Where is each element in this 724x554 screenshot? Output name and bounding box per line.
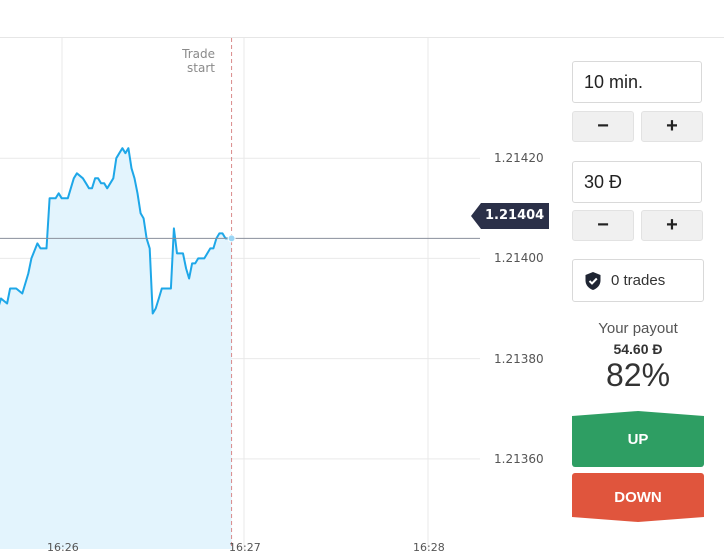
minus-icon: − bbox=[597, 115, 609, 137]
price-tag-arrow bbox=[471, 203, 481, 229]
y-tick-label: 1.21400 bbox=[494, 251, 544, 266]
down-button-label: DOWN bbox=[614, 489, 662, 506]
trade-start-line2: start bbox=[187, 61, 215, 75]
x-tick-label: 16:27 bbox=[229, 541, 261, 554]
top-bar bbox=[0, 0, 724, 38]
price-chart[interactable]: Trade start 1.21420 1.21400 1.21380 1.21360… bbox=[0, 38, 560, 554]
y-tick-label: 1.21360 bbox=[494, 451, 544, 466]
shield-icon bbox=[584, 271, 602, 291]
trade-start-line1: Trade bbox=[182, 47, 215, 61]
last-price-point bbox=[227, 234, 236, 243]
duration-field[interactable]: 10 min. bbox=[572, 61, 702, 103]
price-area-fill bbox=[0, 148, 232, 549]
up-button-label: UP bbox=[627, 430, 649, 448]
current-price-tag: 1.21404 bbox=[471, 203, 550, 229]
trade-start-label: Trade start bbox=[182, 47, 215, 75]
amount-minus-button[interactable]: − bbox=[572, 210, 634, 241]
duration-minus-button[interactable]: − bbox=[572, 111, 634, 142]
chart-canvas bbox=[0, 38, 480, 549]
payout-title: Your payout bbox=[598, 320, 678, 337]
current-price-value: 1.21404 bbox=[481, 203, 550, 229]
trades-button[interactable]: 0 trades bbox=[572, 259, 704, 302]
amount-field[interactable]: 30 Đ bbox=[572, 161, 702, 203]
y-tick-label: 1.21380 bbox=[494, 351, 544, 366]
amount-plus-button[interactable]: + bbox=[641, 210, 703, 241]
plus-icon: + bbox=[666, 214, 678, 236]
up-button[interactable]: UP bbox=[572, 411, 704, 467]
plus-icon: + bbox=[666, 115, 678, 137]
trades-count-label: 0 trades bbox=[611, 272, 666, 289]
payout-amount: 54.60 Đ bbox=[613, 341, 663, 357]
down-button[interactable]: DOWN bbox=[572, 473, 704, 522]
minus-icon: − bbox=[597, 214, 609, 236]
duration-plus-button[interactable]: + bbox=[641, 111, 703, 142]
x-tick-label: 16:28 bbox=[413, 541, 445, 554]
y-tick-label: 1.21420 bbox=[494, 151, 544, 166]
duration-value: 10 min. bbox=[584, 71, 644, 92]
amount-value: 30 Đ bbox=[584, 171, 623, 192]
x-tick-label: 16:26 bbox=[47, 541, 79, 554]
payout-percent: 82% bbox=[605, 357, 671, 393]
